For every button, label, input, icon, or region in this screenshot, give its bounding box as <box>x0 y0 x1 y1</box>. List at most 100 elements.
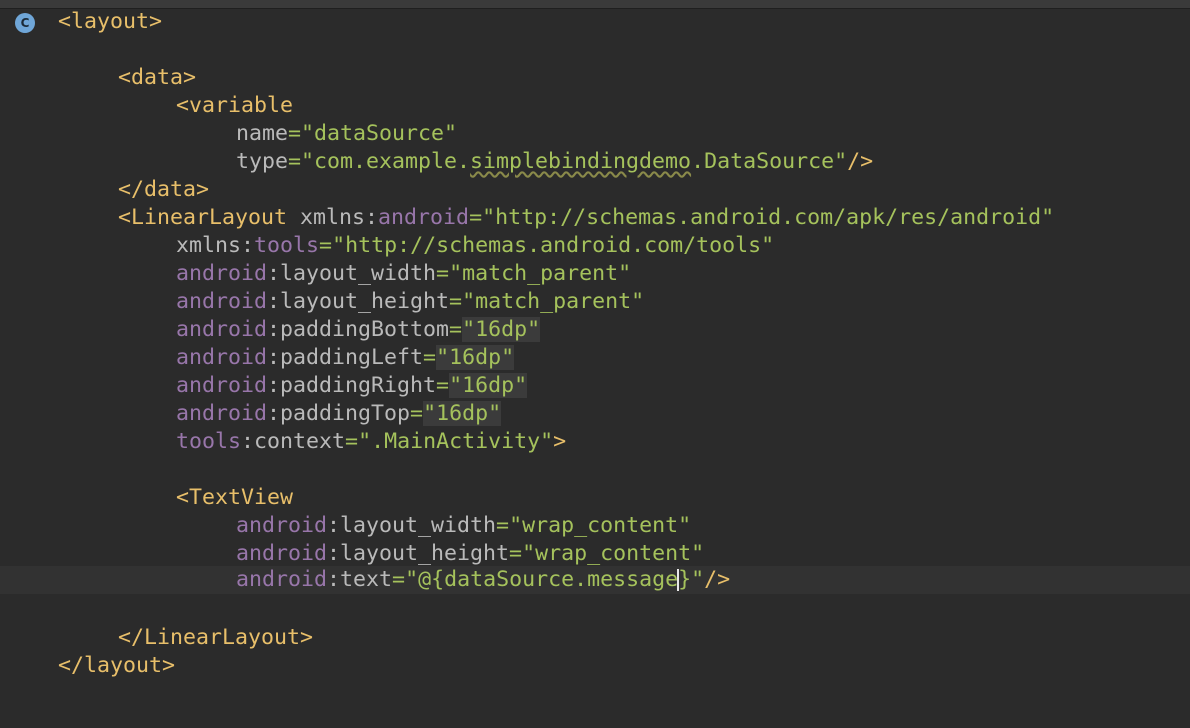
equals-sign: = <box>469 205 483 230</box>
xml-namespace: android <box>236 541 328 566</box>
colon: : <box>267 261 281 286</box>
xml-namespace: tools <box>254 233 320 258</box>
spellcheck-word[interactable]: simplebindingdemo <box>470 149 691 174</box>
colon: : <box>267 373 281 398</box>
xml-tag: <LinearLayout <box>118 205 288 230</box>
equals-sign: = <box>288 121 302 146</box>
code-line[interactable]: </layout> <box>0 652 1190 680</box>
code-line[interactable]: <LinearLayout xmlns:android="http://sche… <box>0 204 1190 232</box>
equals-sign: = <box>319 233 333 258</box>
tag-close: /> <box>847 149 874 174</box>
code-line[interactable]: type="com.example.simplebindingdemo.Data… <box>0 148 1190 176</box>
equals-sign: = <box>392 567 406 592</box>
xml-attribute: paddingTop <box>280 401 411 426</box>
xml-tag: <variable <box>176 93 294 118</box>
xml-attribute: type <box>236 149 289 174</box>
xml-value: "http://schemas.android.com/apk/res/andr… <box>482 205 1055 230</box>
code-line[interactable]: android:paddingLeft="16dp" <box>0 344 1190 372</box>
colon: : <box>267 289 281 314</box>
colon: : <box>267 401 281 426</box>
xml-attribute: layout_width <box>280 261 437 286</box>
xml-value: "com.example. <box>301 149 471 174</box>
equals-sign: = <box>345 429 359 454</box>
code-line[interactable]: android:paddingBottom="16dp" <box>0 316 1190 344</box>
xml-value: "dataSource" <box>301 121 458 146</box>
code-line[interactable]: android:layout_width="match_parent" <box>0 260 1190 288</box>
xml-tag: <data> <box>118 65 197 90</box>
xml-value: .DataSource" <box>691 149 848 174</box>
xml-tag: </LinearLayout> <box>118 625 314 650</box>
xml-attribute: name <box>236 121 289 146</box>
code-line[interactable]: </data> <box>0 176 1190 204</box>
folded-value[interactable]: "16dp" <box>423 401 502 426</box>
xml-value: "match_parent" <box>462 289 645 314</box>
xml-namespace: android <box>176 401 268 426</box>
code-line[interactable]: android:layout_width="wrap_content" <box>0 512 1190 540</box>
xml-value: "@{dataSource.message <box>405 567 679 592</box>
colon: : <box>241 429 255 454</box>
code-line[interactable]: android:layout_height="wrap_content" <box>0 540 1190 568</box>
equals-sign: = <box>509 541 523 566</box>
code-line[interactable]: <layout> <box>0 8 1190 36</box>
colon: : <box>327 567 341 592</box>
code-line[interactable]: </LinearLayout> <box>0 624 1190 652</box>
colon: : <box>327 541 341 566</box>
colon: : <box>267 317 281 342</box>
xml-tag: </data> <box>118 177 210 202</box>
code-line[interactable]: <data> <box>0 64 1190 92</box>
xml-namespace: android <box>236 513 328 538</box>
xml-namespace: android <box>176 345 268 370</box>
colon: : <box>267 345 281 370</box>
equals-sign: = <box>449 317 463 342</box>
equals-sign: = <box>449 289 463 314</box>
xml-value: "wrap_content" <box>522 541 705 566</box>
xml-value: "http://schemas.android.com/tools" <box>332 233 775 258</box>
equals-sign: = <box>423 345 437 370</box>
equals-sign: = <box>436 373 450 398</box>
colon: : <box>241 233 255 258</box>
xml-attribute: text <box>340 567 393 592</box>
code-line[interactable]: android:layout_height="match_parent" <box>0 288 1190 316</box>
equals-sign: = <box>436 261 450 286</box>
code-line[interactable]: <variable <box>0 92 1190 120</box>
xml-attribute: xmlns <box>287 205 366 230</box>
xml-namespace: android <box>236 567 328 592</box>
tag-close: /> <box>704 567 731 592</box>
equals-sign: = <box>288 149 302 174</box>
code-line[interactable]: xmlns:tools="http://schemas.android.com/… <box>0 232 1190 260</box>
xml-namespace: android <box>176 317 268 342</box>
xml-attribute: layout_height <box>340 541 510 566</box>
xml-namespace: android <box>176 373 268 398</box>
colon: : <box>365 205 379 230</box>
xml-namespace: android <box>176 261 268 286</box>
xml-value: }" <box>678 567 705 592</box>
xml-attribute: xmlns <box>176 233 242 258</box>
code-line[interactable]: android:paddingTop="16dp" <box>0 400 1190 428</box>
code-line[interactable]: android:paddingRight="16dp" <box>0 372 1190 400</box>
xml-namespace: android <box>378 205 470 230</box>
equals-sign: = <box>496 513 510 538</box>
code-line[interactable]: <TextView <box>0 484 1190 512</box>
xml-attribute: layout_width <box>340 513 497 538</box>
xml-attribute: paddingRight <box>280 373 437 398</box>
xml-attribute: paddingBottom <box>280 317 450 342</box>
xml-tag: </layout> <box>58 653 176 678</box>
folded-value[interactable]: "16dp" <box>462 317 541 342</box>
xml-attribute: context <box>254 429 346 454</box>
folded-value[interactable]: "16dp" <box>436 345 515 370</box>
xml-attribute: paddingLeft <box>280 345 424 370</box>
xml-value: "wrap_content" <box>509 513 692 538</box>
code-editor[interactable]: C <layout> <data> <variable name="dataSo… <box>0 0 1190 728</box>
xml-attribute: layout_height <box>280 289 450 314</box>
current-code-line[interactable]: android:text="@{dataSource.message}"/> <box>0 566 1190 594</box>
code-line[interactable]: tools:context=".MainActivity"> <box>0 428 1190 456</box>
xml-tag: <TextView <box>176 485 294 510</box>
tag-close: > <box>553 429 567 454</box>
colon: : <box>327 513 341 538</box>
xml-value: ".MainActivity" <box>358 429 554 454</box>
xml-value: "match_parent" <box>449 261 632 286</box>
xml-tag: <layout> <box>58 9 163 34</box>
folded-value[interactable]: "16dp" <box>449 373 528 398</box>
code-line[interactable]: name="dataSource" <box>0 120 1190 148</box>
xml-namespace: android <box>176 289 268 314</box>
